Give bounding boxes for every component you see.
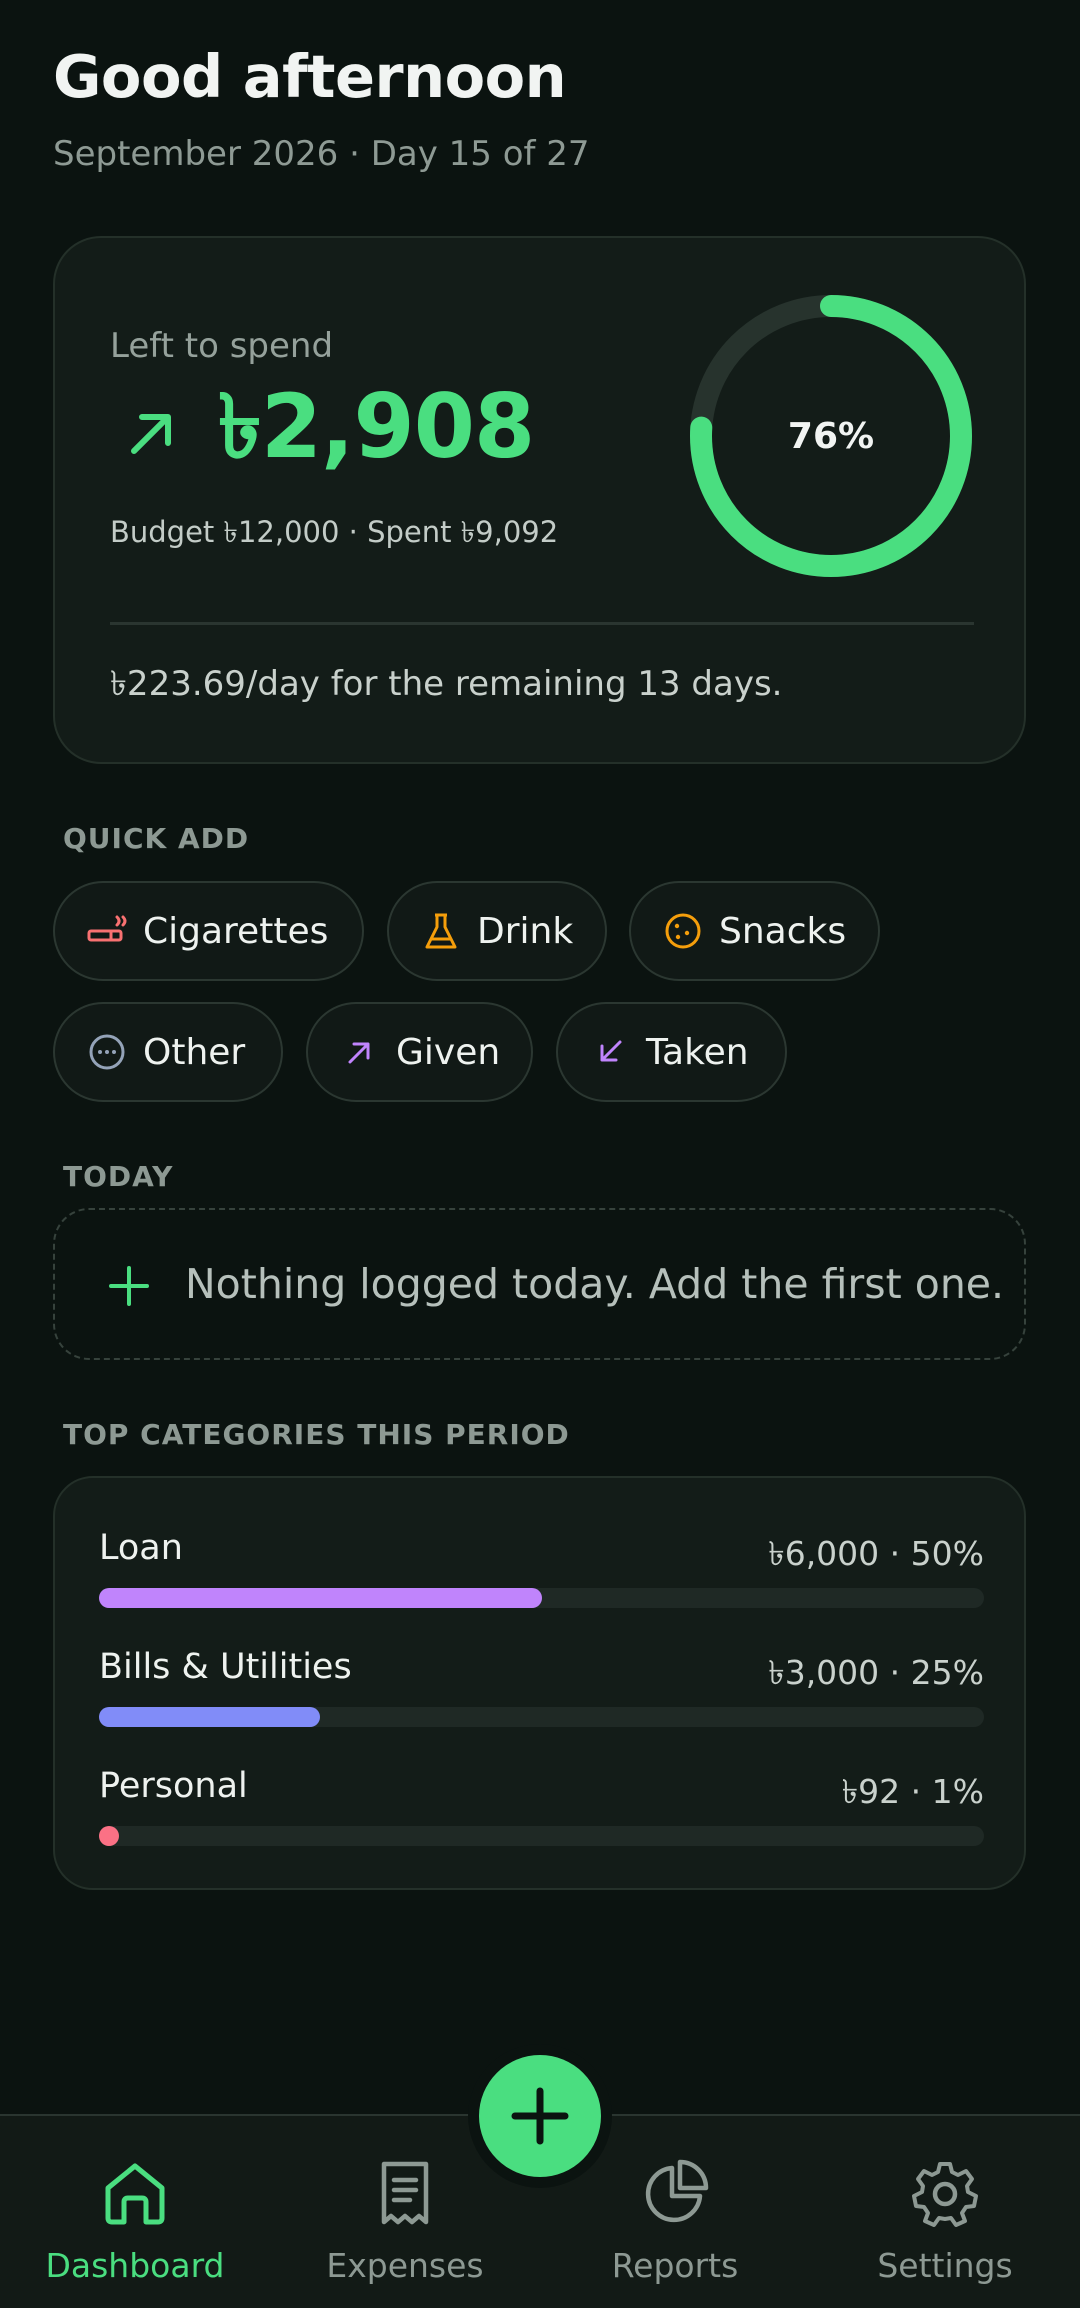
category-bar-track xyxy=(99,1588,984,1608)
plus-icon xyxy=(109,1266,149,1306)
category-row-loan[interactable]: Loan ৳6,000 · 50% xyxy=(99,1528,984,1628)
chip-label: Given xyxy=(396,1031,501,1073)
category-value: ৳92 · 1% xyxy=(841,1772,984,1811)
top-categories-label: TOP CATEGORIES THIS PERIOD xyxy=(63,1418,570,1451)
category-row-personal[interactable]: Personal ৳92 · 1% xyxy=(99,1766,984,1866)
left-to-spend-amount: ৳2,908 xyxy=(218,374,535,478)
more-icon xyxy=(87,1032,127,1072)
budget-summary-card: Left to spend ৳2,908 Budget ৳12,000 · Sp… xyxy=(53,236,1026,764)
quick-add-snacks-chip[interactable]: Snacks xyxy=(629,881,880,981)
category-bar-track xyxy=(99,1826,984,1846)
category-name: Personal xyxy=(99,1766,248,1806)
category-value: ৳6,000 · 50% xyxy=(768,1534,984,1573)
chip-label: Drink xyxy=(477,910,574,952)
budget-spent-line: Budget ৳12,000 · Spent ৳9,092 xyxy=(110,515,559,549)
category-value: ৳3,000 · 25% xyxy=(768,1653,984,1692)
category-row-bills[interactable]: Bills & Utilities ৳3,000 · 25% xyxy=(99,1647,984,1747)
nav-label: Settings xyxy=(877,2246,1013,2285)
chip-label: Other xyxy=(143,1031,246,1073)
add-expense-button[interactable] xyxy=(479,2055,601,2177)
category-bar-fill xyxy=(99,1588,542,1608)
quick-add-given-chip[interactable]: Given xyxy=(306,1002,533,1102)
plus-icon xyxy=(511,2087,569,2145)
top-categories-card: Loan ৳6,000 · 50% Bills & Utilities ৳3,0… xyxy=(53,1476,1026,1890)
today-label: TODAY xyxy=(63,1160,174,1193)
arrow-up-right-icon xyxy=(110,391,194,475)
cookie-icon xyxy=(663,911,703,951)
dashboard-screen: Good afternoon September 2026 · Day 15 o… xyxy=(0,0,1080,2308)
receipt-icon xyxy=(381,2161,429,2225)
quick-add-cigarettes-chip[interactable]: Cigarettes xyxy=(53,881,364,981)
quick-add-label: QUICK ADD xyxy=(63,822,250,855)
chip-label: Snacks xyxy=(719,910,847,952)
today-empty-state[interactable]: Nothing logged today. Add the first one. xyxy=(53,1208,1026,1360)
nav-label: Expenses xyxy=(326,2246,484,2285)
gear-icon xyxy=(912,2162,978,2227)
per-day-allowance: ৳223.69/day for the remaining 13 days. xyxy=(110,664,783,704)
arrow-down-left-icon xyxy=(590,1032,630,1072)
cigarette-icon xyxy=(87,911,127,951)
home-icon xyxy=(105,2163,165,2225)
quick-add-drink-chip[interactable]: Drink xyxy=(387,881,607,981)
period-subtitle: September 2026 · Day 15 of 27 xyxy=(53,134,590,174)
nav-label: Reports xyxy=(611,2246,739,2285)
greeting-title: Good afternoon xyxy=(53,42,567,111)
category-name: Loan xyxy=(99,1528,183,1568)
chip-label: Cigarettes xyxy=(143,910,329,952)
quick-add-other-chip[interactable]: Other xyxy=(53,1002,283,1102)
today-empty-text: Nothing logged today. Add the first one. xyxy=(185,1260,1005,1308)
category-bar-track xyxy=(99,1707,984,1727)
nav-item-dashboard[interactable]: Dashboard xyxy=(0,2116,270,2308)
category-bar-fill xyxy=(99,1707,320,1727)
quick-add-taken-chip[interactable]: Taken xyxy=(556,1002,787,1102)
category-bar-fill xyxy=(99,1826,119,1846)
category-name: Bills & Utilities xyxy=(99,1647,352,1687)
arrow-up-right-icon xyxy=(340,1032,380,1072)
nav-label: Dashboard xyxy=(45,2246,225,2285)
chip-label: Taken xyxy=(646,1031,749,1073)
nav-item-settings[interactable]: Settings xyxy=(810,2116,1080,2308)
pie-chart-icon xyxy=(645,2159,709,2223)
budget-percent-label: 76% xyxy=(787,415,875,457)
flask-icon xyxy=(421,911,461,951)
left-amount-row: ৳2,908 xyxy=(110,375,535,488)
card-divider xyxy=(110,622,974,625)
